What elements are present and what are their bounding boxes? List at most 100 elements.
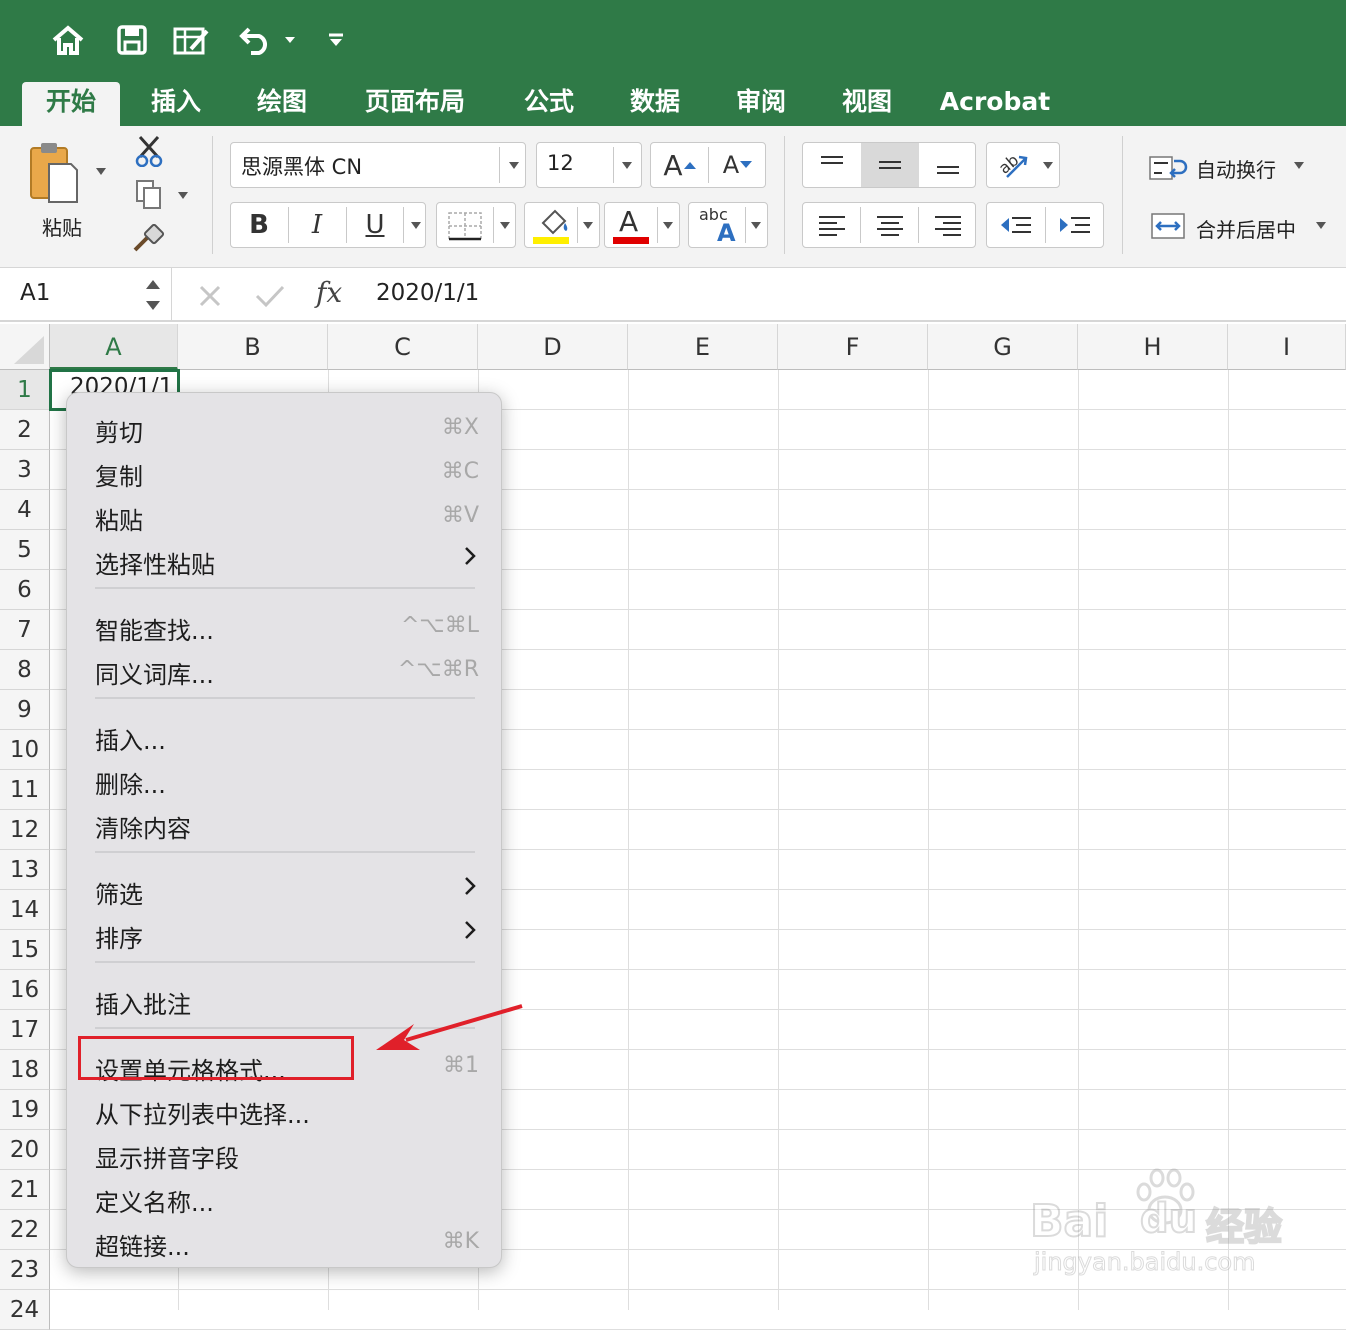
column-header[interactable]: B bbox=[178, 324, 328, 370]
column-header[interactable]: G bbox=[928, 324, 1078, 370]
tab-acrobat[interactable]: Acrobat bbox=[936, 82, 1054, 126]
context-menu-item[interactable]: 筛选 bbox=[95, 869, 479, 909]
copy-icon[interactable] bbox=[132, 178, 166, 212]
tab-home[interactable]: 开始 bbox=[22, 82, 120, 126]
context-menu-item[interactable]: 智能查找... ^⌥⌘L bbox=[95, 605, 479, 645]
copy-dropdown-icon[interactable] bbox=[178, 192, 188, 199]
context-menu-item[interactable]: 排序 bbox=[95, 913, 479, 953]
orientation-dropdown-icon[interactable] bbox=[1043, 162, 1053, 169]
row-header[interactable]: 13 bbox=[0, 850, 50, 890]
context-menu-item[interactable]: 同义词库... ^⌥⌘R bbox=[95, 649, 479, 689]
cut-icon[interactable] bbox=[132, 134, 166, 168]
wrap-text-icon[interactable] bbox=[1146, 150, 1190, 186]
column-header[interactable]: D bbox=[478, 324, 628, 370]
row-header[interactable]: 21 bbox=[0, 1170, 50, 1210]
row-header[interactable]: 22 bbox=[0, 1210, 50, 1250]
row-header[interactable]: 6 bbox=[0, 570, 50, 610]
grow-font-button[interactable]: A bbox=[651, 143, 709, 187]
row-header[interactable]: 24 bbox=[0, 1290, 50, 1330]
context-menu-item[interactable]: 清除内容 bbox=[95, 803, 479, 843]
tab-formulas[interactable]: 公式 bbox=[512, 82, 586, 126]
orientation-button[interactable]: ab bbox=[986, 142, 1060, 188]
row-header[interactable]: 18 bbox=[0, 1050, 50, 1090]
paste-label[interactable]: 粘贴 bbox=[42, 212, 82, 241]
font-color-dropdown-icon[interactable] bbox=[663, 222, 673, 229]
row-header[interactable]: 19 bbox=[0, 1090, 50, 1130]
row-header[interactable]: 11 bbox=[0, 770, 50, 810]
context-menu-item[interactable]: 粘贴 ⌘V bbox=[95, 495, 479, 535]
context-menu-item[interactable]: 显示拼音字段 bbox=[95, 1133, 479, 1173]
fill-color-dropdown-icon[interactable] bbox=[583, 222, 593, 229]
row-header[interactable]: 10 bbox=[0, 730, 50, 770]
row-header[interactable]: 1 bbox=[0, 370, 50, 410]
phonetic-dropdown-icon[interactable] bbox=[751, 222, 761, 229]
column-header[interactable]: F bbox=[778, 324, 928, 370]
context-menu-item[interactable]: 剪切 ⌘X bbox=[95, 407, 479, 447]
row-header[interactable]: 5 bbox=[0, 530, 50, 570]
align-bottom-button[interactable] bbox=[919, 143, 977, 187]
context-menu-item[interactable]: 删除... bbox=[95, 759, 479, 799]
undo-dropdown-icon[interactable] bbox=[280, 20, 300, 60]
align-center-button[interactable] bbox=[861, 203, 919, 247]
row-header[interactable]: 17 bbox=[0, 1010, 50, 1050]
font-name-select[interactable]: 思源黑体 CN bbox=[230, 142, 526, 188]
shrink-font-button[interactable]: A bbox=[709, 143, 767, 187]
font-size-dropdown-icon[interactable] bbox=[622, 162, 632, 169]
context-menu-item[interactable]: 插入... bbox=[95, 715, 479, 755]
insert-function-button[interactable]: fx bbox=[316, 276, 342, 309]
font-name-dropdown-icon[interactable] bbox=[509, 162, 519, 169]
row-header[interactable]: 4 bbox=[0, 490, 50, 530]
home-icon[interactable] bbox=[48, 20, 88, 60]
column-header[interactable]: H bbox=[1078, 324, 1228, 370]
bold-button[interactable]: B bbox=[231, 203, 287, 247]
decrease-indent-button[interactable] bbox=[987, 203, 1045, 247]
underline-dropdown-icon[interactable] bbox=[411, 222, 421, 229]
merge-center-label[interactable]: 合并后居中 bbox=[1196, 214, 1296, 243]
font-color-button[interactable]: A bbox=[604, 202, 680, 248]
undo-icon[interactable] bbox=[236, 20, 276, 60]
context-menu-item[interactable]: 选择性粘贴 bbox=[95, 539, 479, 579]
row-header[interactable]: 20 bbox=[0, 1130, 50, 1170]
font-size-select[interactable]: 12 bbox=[536, 142, 642, 188]
context-menu-item[interactable]: 定义名称... bbox=[95, 1177, 479, 1217]
row-header[interactable]: 16 bbox=[0, 970, 50, 1010]
phonetic-button[interactable]: abc A bbox=[688, 202, 768, 248]
formula-input[interactable]: 2020/1/1 bbox=[376, 280, 479, 306]
underline-button[interactable]: U bbox=[347, 203, 403, 247]
row-header[interactable]: 8 bbox=[0, 650, 50, 690]
italic-button[interactable]: I bbox=[289, 203, 345, 247]
row-header[interactable]: 2 bbox=[0, 410, 50, 450]
tab-draw[interactable]: 绘图 bbox=[244, 82, 320, 126]
paste-icon[interactable] bbox=[26, 138, 80, 206]
enter-icon[interactable] bbox=[254, 282, 286, 310]
edit-sheet-icon[interactable] bbox=[170, 20, 214, 60]
row-header[interactable]: 12 bbox=[0, 810, 50, 850]
tab-review[interactable]: 审阅 bbox=[724, 82, 798, 126]
align-right-button[interactable] bbox=[919, 203, 977, 247]
name-box-stepper-icon[interactable] bbox=[144, 276, 162, 314]
select-all-corner[interactable] bbox=[0, 324, 50, 370]
tab-data[interactable]: 数据 bbox=[618, 82, 692, 126]
row-header[interactable]: 3 bbox=[0, 450, 50, 490]
fill-color-button[interactable] bbox=[524, 202, 600, 248]
wrap-text-dropdown-icon[interactable] bbox=[1294, 162, 1304, 169]
paste-dropdown-icon[interactable] bbox=[96, 168, 106, 175]
context-menu-item[interactable]: 复制 ⌘C bbox=[95, 451, 479, 491]
borders-button[interactable] bbox=[436, 202, 516, 248]
row-header[interactable]: 15 bbox=[0, 930, 50, 970]
tab-insert[interactable]: 插入 bbox=[140, 82, 212, 126]
customize-icon[interactable] bbox=[324, 20, 348, 60]
format-painter-icon[interactable] bbox=[130, 222, 166, 256]
row-header[interactable]: 7 bbox=[0, 610, 50, 650]
tab-page-layout[interactable]: 页面布局 bbox=[352, 82, 478, 126]
align-middle-button[interactable] bbox=[861, 143, 919, 187]
context-menu-item[interactable]: 从下拉列表中选择... bbox=[95, 1089, 479, 1129]
row-header[interactable]: 9 bbox=[0, 690, 50, 730]
column-header[interactable]: A bbox=[50, 324, 178, 370]
save-icon[interactable] bbox=[112, 20, 152, 60]
column-header[interactable]: I bbox=[1228, 324, 1346, 370]
merge-center-icon[interactable] bbox=[1146, 208, 1190, 244]
column-header[interactable]: E bbox=[628, 324, 778, 370]
align-left-button[interactable] bbox=[803, 203, 861, 247]
name-box[interactable]: A1 bbox=[0, 268, 172, 322]
